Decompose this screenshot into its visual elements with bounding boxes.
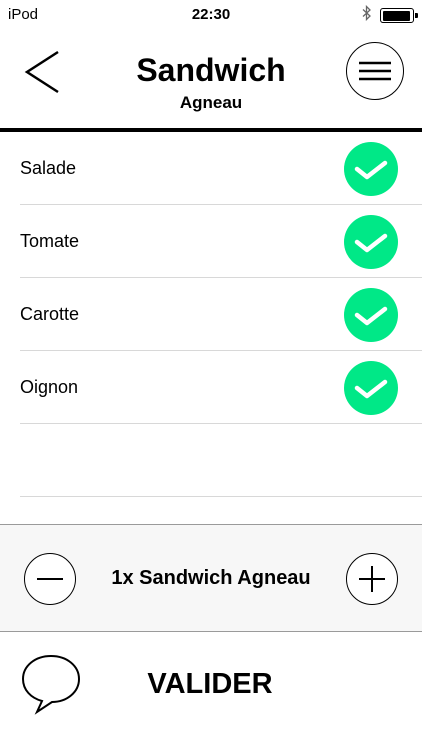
check-toggle[interactable] xyxy=(344,288,398,342)
speech-bubble-icon xyxy=(21,654,81,715)
check-toggle[interactable] xyxy=(344,142,398,196)
comment-button[interactable] xyxy=(20,652,82,716)
ingredient-label: Oignon xyxy=(20,377,79,397)
ingredient-row-tomate[interactable]: Tomate xyxy=(20,205,422,278)
ingredient-label: Carotte xyxy=(20,304,80,324)
status-bar: iPod 22:30 xyxy=(0,0,422,28)
checkmark-icon xyxy=(354,379,388,399)
navigation-bar: Sandwich Agneau xyxy=(0,28,422,132)
menu-button[interactable] xyxy=(346,42,404,100)
ingredient-row-oignon[interactable]: Oignon xyxy=(20,351,422,424)
hamburger-menu-icon xyxy=(359,61,391,81)
ingredient-row-carotte[interactable]: Carotte xyxy=(20,278,422,351)
page-subtitle: Agneau xyxy=(179,93,243,112)
checkmark-icon xyxy=(354,233,388,253)
ingredient-list: Salade Tomate Carotte Oignon xyxy=(0,132,422,497)
battery-tip xyxy=(415,13,418,18)
check-toggle[interactable] xyxy=(344,215,398,269)
bluetooth-icon xyxy=(362,4,372,26)
checkmark-icon xyxy=(354,160,388,180)
ingredient-label: Salade xyxy=(20,158,77,178)
footer: VALIDER xyxy=(0,632,422,750)
clock-time: 22:30 xyxy=(191,6,231,23)
quantity-panel: 1x Sandwich Agneau xyxy=(0,524,422,632)
plus-icon xyxy=(359,566,385,592)
check-toggle[interactable] xyxy=(344,361,398,415)
checkmark-icon xyxy=(354,306,388,326)
empty-row xyxy=(20,424,422,497)
ingredient-row-salade[interactable]: Salade xyxy=(20,132,422,205)
increase-quantity-button[interactable] xyxy=(346,553,398,605)
battery-icon xyxy=(380,8,418,23)
ingredient-label: Tomate xyxy=(20,231,80,251)
status-indicators xyxy=(362,4,418,26)
decrease-quantity-button[interactable] xyxy=(24,553,76,605)
minus-icon xyxy=(37,578,63,580)
validate-button[interactable]: VALIDER xyxy=(100,668,320,701)
battery-fill xyxy=(382,10,411,21)
order-summary: 1x Sandwich Agneau xyxy=(111,567,311,589)
